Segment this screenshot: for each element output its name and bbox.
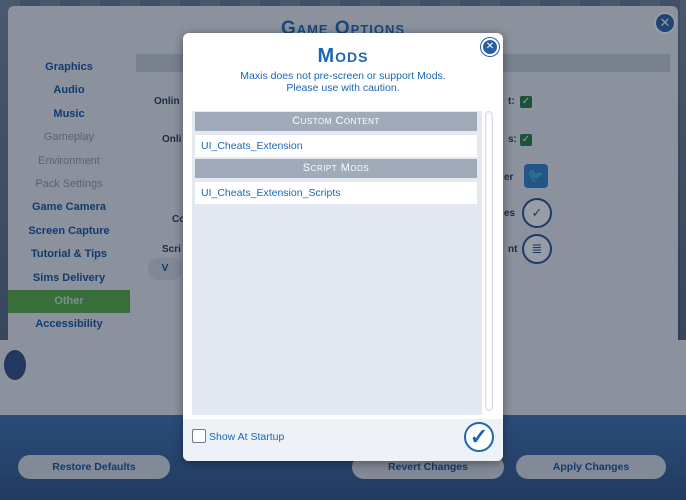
- scrollbar-thumb[interactable]: [487, 114, 491, 408]
- close-icon[interactable]: ✕: [481, 38, 499, 56]
- list-item[interactable]: UI_Cheats_Extension: [195, 135, 477, 157]
- section-header-script-mods: Script Mods: [195, 159, 477, 178]
- warning-line-2: Please use with caution.: [286, 82, 400, 94]
- checkmark-icon[interactable]: ✓: [464, 422, 494, 452]
- mods-dialog: Mods ✕ Maxis does not pre-screen or supp…: [183, 33, 503, 461]
- section-header-custom-content: Custom Content: [195, 112, 477, 131]
- warning-line-1: Maxis does not pre-screen or support Mod…: [240, 70, 446, 82]
- mods-scrollbar[interactable]: [485, 111, 493, 411]
- show-at-startup-label[interactable]: Show At Startup: [209, 431, 284, 443]
- mods-list: Custom Content UI_Cheats_Extension Scrip…: [192, 111, 482, 415]
- show-at-startup-checkbox[interactable]: [192, 429, 206, 443]
- mods-title: Mods: [317, 45, 369, 67]
- list-item[interactable]: UI_Cheats_Extension_Scripts: [195, 182, 477, 204]
- mods-warning: Maxis does not pre-screen or support Mod…: [183, 70, 503, 94]
